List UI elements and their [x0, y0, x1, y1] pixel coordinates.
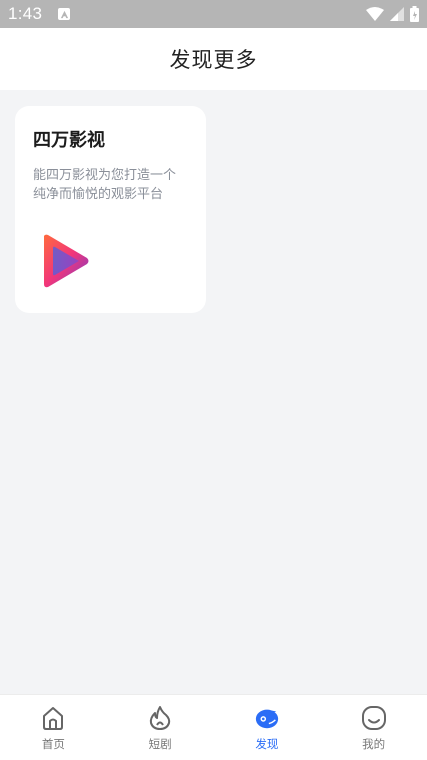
battery-icon [410, 6, 419, 22]
nav-label-mine: 我的 [362, 737, 386, 751]
status-icons [366, 6, 419, 22]
smile-icon [361, 705, 387, 731]
flame-icon [147, 705, 173, 731]
app-card-title: 四万影视 [33, 130, 105, 151]
nav-item-discover[interactable]: 发现 [214, 695, 321, 760]
app-card[interactable]: 四万影视 能四万影视为您打造一个纯净而愉悦的观影平台 [15, 106, 206, 313]
play-logo-icon [44, 234, 89, 288]
nav-item-mine[interactable]: 我的 [320, 695, 427, 760]
nav-label-short-drama: 短剧 [148, 737, 172, 751]
bottom-nav: 首页 短剧 发现 我的 [0, 694, 427, 760]
nav-item-short-drama[interactable]: 短剧 [107, 695, 214, 760]
home-icon [40, 705, 66, 731]
page-title: 发现更多 [169, 48, 258, 72]
nav-label-discover: 发现 [255, 737, 279, 751]
page-header: 发现更多 [0, 28, 427, 90]
signal-icon [390, 7, 404, 21]
wifi-icon [366, 7, 384, 21]
notification-icon [58, 8, 71, 20]
status-time: 1:43 [8, 4, 43, 23]
status-bar: 1:43 [0, 0, 427, 28]
discover-icon [254, 705, 280, 731]
nav-item-home[interactable]: 首页 [0, 695, 107, 760]
nav-label-home: 首页 [41, 737, 65, 751]
app-card-description: 能四万影视为您打造一个纯净而愉悦的观影平台 [33, 168, 177, 202]
